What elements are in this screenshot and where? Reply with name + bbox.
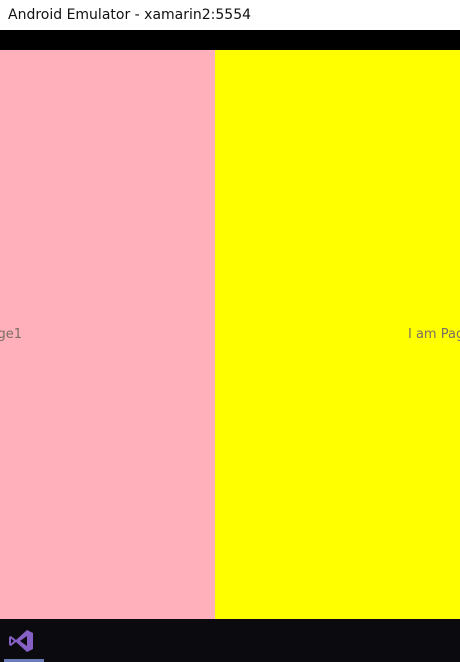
taskbar bbox=[0, 619, 460, 662]
visual-studio-icon[interactable] bbox=[8, 629, 34, 653]
window-titlebar[interactable]: Android Emulator - xamarin2:5554 bbox=[0, 0, 460, 30]
page-2-label: I am Page2 bbox=[408, 327, 460, 342]
page-1-label: I am Page1 bbox=[0, 327, 22, 342]
window-title: Android Emulator - xamarin2:5554 bbox=[8, 7, 252, 23]
page-1[interactable]: I am Page1 bbox=[0, 50, 215, 619]
android-status-bar bbox=[0, 30, 460, 50]
page-2[interactable]: I am Page2 bbox=[215, 50, 460, 619]
carousel-page-view[interactable]: I am Page1 I am Page2 bbox=[0, 50, 460, 619]
